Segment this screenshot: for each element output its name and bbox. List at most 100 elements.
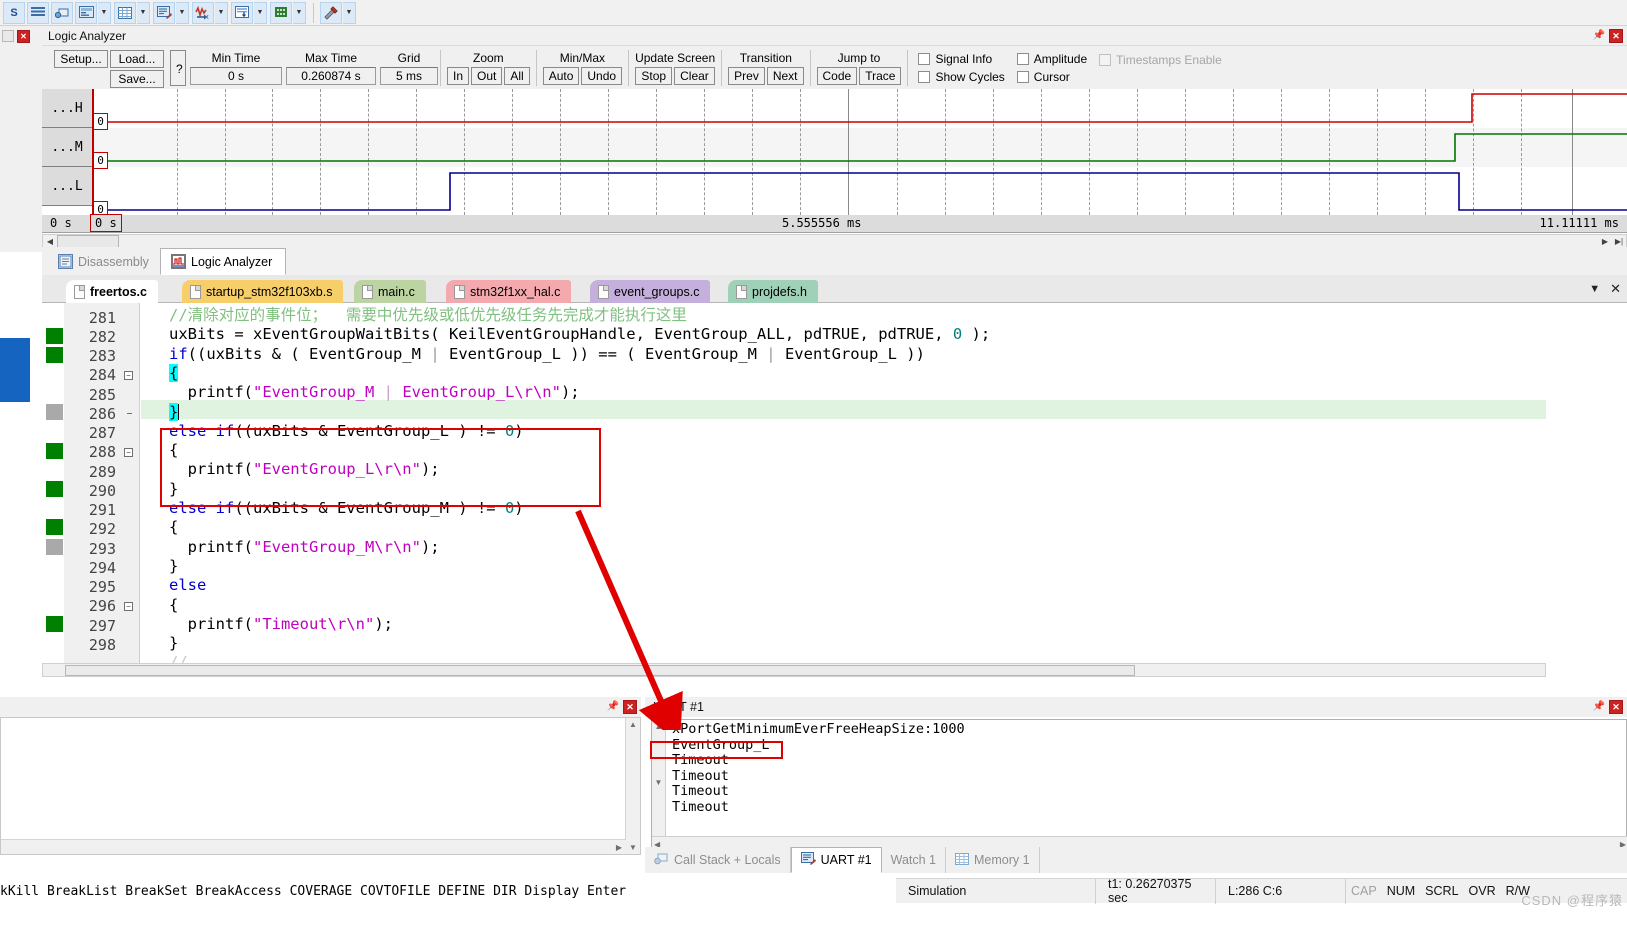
tab-call-stack-locals[interactable]: Call Stack + Locals — [645, 847, 791, 873]
code-line-297[interactable]: printf("Timeout\r\n"); — [141, 615, 393, 634]
serial-dropdown-arrow[interactable]: ▼ — [176, 1, 189, 24]
amplitude-checkbox-row[interactable]: Amplitude — [1016, 50, 1087, 68]
save-button[interactable]: Save... — [110, 70, 164, 88]
zoom-all-button[interactable]: All — [504, 67, 530, 85]
jump-code-button[interactable]: Code — [816, 67, 858, 85]
file-tab-projdefs[interactable]: projdefs.h — [728, 280, 818, 303]
code-line-283[interactable]: if((uxBits & ( EventGroup_M | EventGroup… — [141, 345, 925, 364]
scroll-up-arrow[interactable]: ▲ — [626, 718, 640, 729]
help-button[interactable]: ? — [170, 50, 186, 86]
show-cycles-checkbox[interactable] — [918, 71, 931, 83]
editor-hscrollbar[interactable] — [42, 663, 1546, 677]
code-line-292[interactable]: { — [141, 518, 178, 537]
signal-name-l[interactable]: ...L — [42, 167, 92, 206]
analysis-dropdown-arrow[interactable]: ▼ — [254, 1, 267, 24]
code-line-288[interactable]: { — [141, 441, 178, 460]
zoom-in-button[interactable]: In — [447, 67, 470, 85]
code-line-281[interactable]: //清除对应的事件位； 需要中优先级或低优先级任务先完成才能执行这里 — [141, 306, 687, 325]
scroll-right-arrow[interactable]: ▶ — [616, 843, 626, 852]
file-tab-freertos[interactable]: freertos.c — [66, 280, 158, 303]
la-restore-box[interactable] — [2, 30, 14, 42]
uart-output-body[interactable]: ▲ ▼ xPortGetMinimumEverFreeHeapSize:1000… — [651, 719, 1627, 852]
pin-icon[interactable]: 📌 — [606, 700, 620, 714]
watch-window-icon[interactable] — [75, 1, 97, 24]
code-line-282[interactable]: uxBits = xEventGroupWaitBits( KeilEventG… — [141, 325, 990, 344]
signal-info-checkbox[interactable] — [918, 53, 931, 65]
max-time-field[interactable]: 0.260874 s — [286, 67, 376, 85]
tab-watch-1[interactable]: Watch 1 — [882, 847, 946, 873]
min-time-field[interactable]: 0 s — [190, 67, 282, 85]
close-icon[interactable]: ✕ — [623, 700, 637, 714]
fold-toggle-icon[interactable]: − — [124, 448, 133, 457]
file-tab-stm32f1xx-hal[interactable]: stm32f1xx_hal.c — [446, 280, 572, 303]
tab-list-chevron-icon[interactable]: ▼ — [1589, 283, 1600, 295]
system-viewer-icon[interactable] — [270, 1, 292, 24]
code-line-295[interactable]: else — [141, 576, 206, 595]
signal-name-h[interactable]: ...H — [42, 89, 92, 128]
minmax-undo-button[interactable]: Undo — [581, 67, 623, 85]
tab-close-icon[interactable]: ✕ — [1610, 281, 1621, 297]
scroll-up-arrow[interactable]: ▲ — [652, 720, 665, 731]
tools-icon[interactable] — [320, 1, 342, 24]
code-line-298[interactable]: } — [141, 634, 178, 653]
serial-window-icon[interactable] — [153, 1, 175, 24]
setup-button[interactable]: Setup... — [54, 50, 108, 68]
cursor-checkbox[interactable] — [1016, 71, 1029, 83]
close-icon[interactable]: ✕ — [1609, 28, 1623, 43]
command-panel-hscrollbar[interactable]: ▶ — [1, 839, 626, 854]
update-stop-button[interactable]: Stop — [635, 67, 673, 85]
command-panel-body[interactable]: ▲ ▼ ▶ — [0, 717, 641, 855]
watch-dropdown-arrow[interactable]: ▼ — [98, 1, 111, 24]
tab-logic-analyzer[interactable]: Logic Analyzer — [160, 248, 286, 275]
command-panel-vscrollbar[interactable]: ▲ ▼ — [625, 718, 640, 854]
la-left-close-icon[interactable]: ✕ — [17, 29, 30, 43]
file-tab-main[interactable]: main.c — [354, 280, 426, 303]
trace-dropdown-arrow[interactable]: ▼ — [215, 1, 228, 24]
waveform-canvas[interactable]: 0 0 0 — [92, 89, 1627, 218]
code-text-area[interactable]: //清除对应的事件位； 需要中优先级或低优先级任务先完成才能执行这里 uxBit… — [141, 303, 1546, 670]
code-line-285[interactable]: printf("EventGroup_M | EventGroup_L\r\n"… — [141, 383, 580, 402]
code-line-286[interactable]: } — [141, 402, 180, 422]
code-line-291[interactable]: else if((uxBits & EventGroup_M ) != 0) — [141, 499, 524, 518]
code-line-287[interactable]: else if((uxBits & EventGroup_L ) != 0) — [141, 422, 524, 441]
code-editor[interactable]: 281 282 283 284 285 286 287 288 289 290 … — [42, 303, 1546, 670]
cursor-checkbox-row[interactable]: Cursor — [1016, 68, 1087, 86]
file-tab-startup[interactable]: startup_stm32f103xb.s — [182, 280, 344, 303]
signal-info-checkbox-row[interactable]: Signal Info — [918, 50, 1004, 68]
jump-trace-button[interactable]: Trace — [859, 67, 902, 85]
memory-dropdown-arrow[interactable]: ▼ — [137, 1, 150, 24]
tab-disassembly[interactable]: Disassembly — [48, 248, 156, 275]
memory-window-icon[interactable] — [114, 1, 136, 24]
trace-icon[interactable]: t — [192, 1, 214, 24]
memory-map-icon[interactable] — [27, 1, 49, 24]
file-tab-event-groups[interactable]: event_groups.c — [590, 280, 711, 303]
pin-icon[interactable]: 📌 — [1592, 29, 1606, 43]
transition-prev-button[interactable]: Prev — [728, 67, 765, 85]
debug-step-icon[interactable]: S — [3, 1, 25, 24]
update-clear-button[interactable]: Clear — [674, 67, 715, 85]
code-line-289[interactable]: printf("EventGroup_L\r\n"); — [141, 460, 440, 479]
uart-vscrollbar[interactable]: ▲ ▼ — [652, 720, 666, 851]
tools-dropdown-arrow[interactable]: ▼ — [343, 1, 356, 24]
close-icon[interactable]: ✕ — [1609, 700, 1623, 714]
transition-next-button[interactable]: Next — [766, 67, 804, 85]
code-line-284[interactable]: { — [141, 363, 179, 383]
signal-name-m[interactable]: ...M — [42, 128, 92, 167]
system-viewer-dropdown-arrow[interactable]: ▼ — [293, 1, 306, 24]
pin-icon[interactable]: 📌 — [1592, 700, 1606, 714]
grid-field[interactable]: 5 ms — [380, 67, 438, 85]
show-cycles-checkbox-row[interactable]: Show Cycles — [918, 68, 1005, 86]
scroll-down-arrow[interactable]: ▼ — [626, 843, 640, 852]
tab-memory-1[interactable]: Memory 1 — [946, 847, 1040, 873]
amplitude-checkbox[interactable] — [1016, 53, 1029, 65]
minmax-auto-button[interactable]: Auto — [542, 67, 580, 85]
code-line-290[interactable]: } — [141, 480, 178, 499]
code-line-296[interactable]: { — [141, 596, 178, 615]
code-line-293[interactable]: printf("EventGroup_M\r\n"); — [141, 538, 440, 557]
tab-uart-1[interactable]: UART #1 — [790, 847, 882, 873]
la-left-controls[interactable]: ✕ — [2, 28, 38, 44]
fold-column[interactable]: − − − — [122, 303, 140, 670]
fold-toggle-icon[interactable]: − — [124, 602, 133, 611]
analysis-window-icon[interactable] — [231, 1, 253, 24]
scroll-down-arrow[interactable]: ▼ — [652, 778, 665, 787]
